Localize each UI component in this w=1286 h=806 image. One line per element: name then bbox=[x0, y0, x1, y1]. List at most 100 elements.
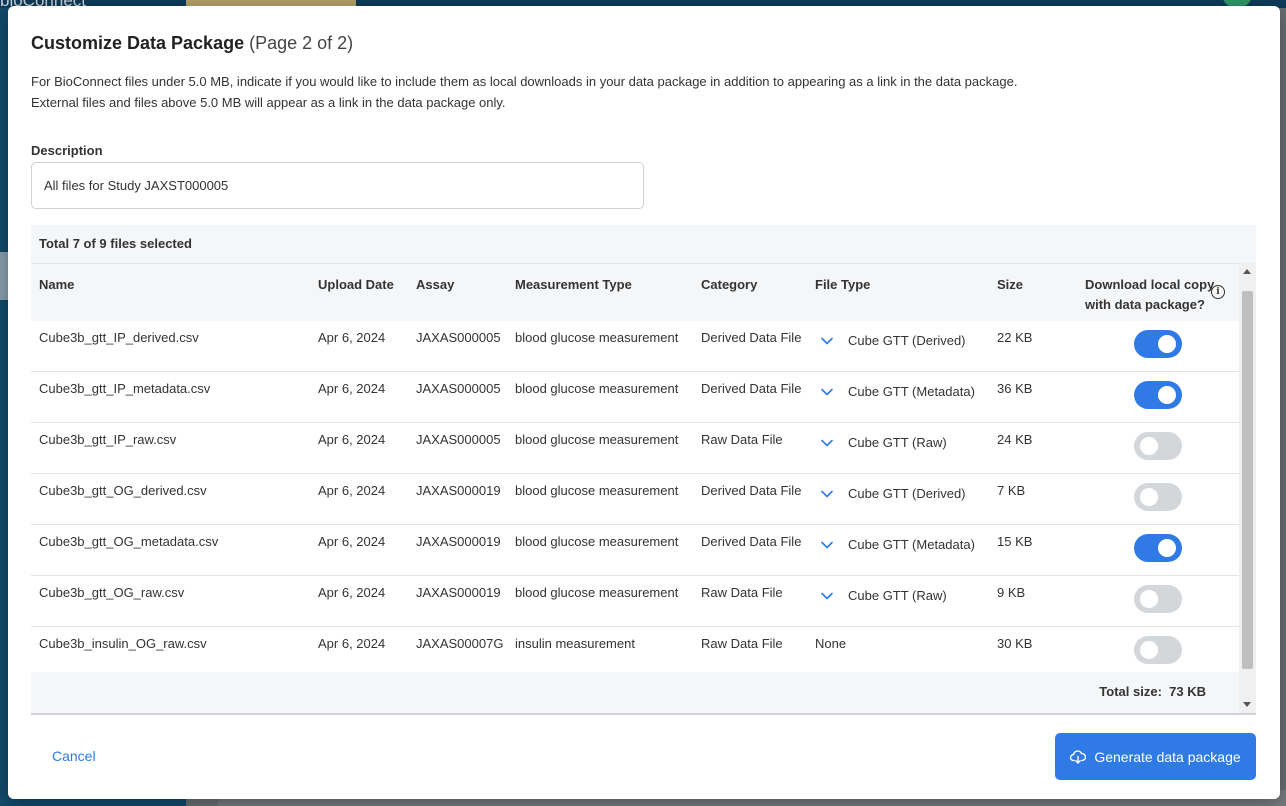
cell-size: 15 KB bbox=[997, 534, 1033, 549]
cell-name: Cube3b_gtt_OG_raw.csv bbox=[39, 585, 185, 600]
file-type-select[interactable]: Cube GTT (Derived) bbox=[848, 486, 966, 501]
cell-upload-date: Apr 6, 2024 bbox=[318, 381, 386, 396]
table-row: Cube3b_insulin_OG_raw.csv Apr 6, 2024 JAXA… bbox=[31, 627, 1239, 678]
table-row: Cube3b_gtt_IP_derived.csv Apr 6, 2024 JAXA… bbox=[31, 321, 1239, 372]
cell-file-type: None bbox=[815, 636, 847, 651]
description-label: Description bbox=[31, 143, 103, 158]
header-download-line-1: Download local copy bbox=[1085, 277, 1215, 292]
file-type-select[interactable]: Cube GTT (Metadata) bbox=[848, 537, 975, 552]
download-local-copy-toggle[interactable] bbox=[1134, 432, 1182, 460]
chevron-down-icon[interactable] bbox=[820, 487, 834, 501]
cell-name: Cube3b_insulin_OG_raw.csv bbox=[39, 636, 207, 651]
modal-title: Customize Data Package (Page 2 of 2) bbox=[31, 33, 353, 54]
cell-measurement-type: blood glucose measurement bbox=[515, 585, 679, 600]
cell-name: Cube3b_gtt_OG_metadata.csv bbox=[39, 534, 219, 549]
header-file-type: File Type bbox=[815, 277, 871, 292]
cell-name: Cube3b_gtt_IP_raw.csv bbox=[39, 432, 177, 447]
chevron-down-icon[interactable] bbox=[820, 589, 834, 603]
cell-upload-date: Apr 6, 2024 bbox=[318, 432, 386, 447]
cell-category: Raw Data File bbox=[701, 432, 783, 447]
cell-assay: JAXAS00007G bbox=[416, 636, 504, 651]
header-download-line-2: with data package? bbox=[1085, 297, 1205, 312]
toggle-knob bbox=[1140, 641, 1158, 659]
total-size-label: Total size: bbox=[1099, 684, 1162, 699]
cell-size: 22 KB bbox=[997, 330, 1033, 345]
intro-line-2: External files and files above 5.0 MB wi… bbox=[31, 95, 506, 110]
files-table: Total 7 of 9 files selected Name Upload … bbox=[31, 225, 1256, 715]
header-measurement-type: Measurement Type bbox=[515, 277, 632, 292]
cell-assay: JAXAS000019 bbox=[416, 585, 501, 600]
file-type-select[interactable]: Cube GTT (Metadata) bbox=[848, 384, 975, 399]
chevron-down-icon[interactable] bbox=[820, 334, 834, 348]
cell-assay: JAXAS000019 bbox=[416, 534, 501, 549]
header-name: Name bbox=[39, 277, 75, 292]
cell-upload-date: Apr 6, 2024 bbox=[318, 636, 386, 651]
header-size: Size bbox=[997, 277, 1024, 292]
cell-upload-date: Apr 6, 2024 bbox=[318, 585, 386, 600]
header-download: Download local copy with data package? bbox=[1085, 275, 1214, 315]
file-type-select[interactable]: Cube GTT (Raw) bbox=[848, 588, 947, 603]
cell-category: Derived Data File bbox=[701, 534, 802, 549]
cell-measurement-type: blood glucose measurement bbox=[515, 381, 679, 396]
cell-measurement-type: blood glucose measurement bbox=[515, 330, 679, 345]
cell-upload-date: Apr 6, 2024 bbox=[318, 483, 386, 498]
cell-upload-date: Apr 6, 2024 bbox=[318, 330, 386, 345]
cell-category: Raw Data File bbox=[701, 636, 783, 651]
file-type-select[interactable]: Cube GTT (Raw) bbox=[848, 435, 947, 450]
table-footer: Total size: 73 KB bbox=[31, 672, 1239, 713]
chevron-down-icon[interactable] bbox=[820, 385, 834, 399]
total-size: Total size: 73 KB bbox=[1099, 684, 1206, 699]
table-header: Name Upload Date Assay Measurement Type … bbox=[31, 263, 1239, 321]
table-row: Cube3b_gtt_OG_raw.csv Apr 6, 2024 JAXAS000… bbox=[31, 576, 1239, 627]
table-body: Cube3b_gtt_IP_derived.csv Apr 6, 2024 JAXA… bbox=[31, 321, 1239, 678]
intro-line-1: For BioConnect files under 5.0 MB, indic… bbox=[31, 74, 1018, 89]
download-local-copy-toggle[interactable] bbox=[1134, 534, 1182, 562]
scroll-thumb[interactable] bbox=[1242, 291, 1253, 669]
scroll-up-arrow-icon[interactable] bbox=[1243, 269, 1251, 274]
download-local-copy-toggle[interactable] bbox=[1134, 330, 1182, 358]
table-row: Cube3b_gtt_IP_metadata.csv Apr 6, 2024 JAX… bbox=[31, 372, 1239, 423]
cell-assay: JAXAS000005 bbox=[416, 432, 501, 447]
info-icon[interactable]: i bbox=[1211, 285, 1225, 299]
table-scrollbar[interactable] bbox=[1239, 263, 1256, 713]
toggle-knob bbox=[1158, 386, 1176, 404]
toggle-knob bbox=[1158, 335, 1176, 353]
generate-data-package-button[interactable]: Generate data package bbox=[1055, 733, 1256, 780]
toggle-knob bbox=[1158, 539, 1176, 557]
cell-measurement-type: insulin measurement bbox=[515, 636, 635, 651]
chevron-down-icon[interactable] bbox=[820, 538, 834, 552]
description-input[interactable] bbox=[31, 162, 644, 209]
download-local-copy-toggle[interactable] bbox=[1134, 636, 1182, 664]
download-local-copy-toggle[interactable] bbox=[1134, 585, 1182, 613]
download-local-copy-toggle[interactable] bbox=[1134, 483, 1182, 511]
cell-upload-date: Apr 6, 2024 bbox=[318, 534, 386, 549]
cell-size: 7 KB bbox=[997, 483, 1026, 498]
cancel-button[interactable]: Cancel bbox=[52, 748, 96, 764]
intro-text: For BioConnect files under 5.0 MB, indic… bbox=[31, 71, 1017, 113]
chevron-down-icon[interactable] bbox=[820, 436, 834, 450]
customize-data-package-modal: Customize Data Package (Page 2 of 2) For… bbox=[8, 6, 1280, 799]
cloud-download-icon bbox=[1070, 749, 1087, 764]
cell-category: Derived Data File bbox=[701, 381, 802, 396]
cell-size: 36 KB bbox=[997, 381, 1033, 396]
cell-measurement-type: blood glucose measurement bbox=[515, 534, 679, 549]
header-assay: Assay bbox=[416, 277, 455, 292]
header-category: Category bbox=[701, 277, 758, 292]
cell-category: Raw Data File bbox=[701, 585, 783, 600]
cell-name: Cube3b_gtt_OG_derived.csv bbox=[39, 483, 207, 498]
cell-measurement-type: blood glucose measurement bbox=[515, 483, 679, 498]
table-row: Cube3b_gtt_IP_raw.csv Apr 6, 2024 JAXAS000… bbox=[31, 423, 1239, 474]
cell-size: 24 KB bbox=[997, 432, 1033, 447]
toggle-knob bbox=[1140, 590, 1158, 608]
cell-size: 30 KB bbox=[997, 636, 1033, 651]
scroll-down-arrow-icon[interactable] bbox=[1243, 702, 1251, 707]
background-sidebar-active-item bbox=[0, 252, 8, 300]
cell-measurement-type: blood glucose measurement bbox=[515, 432, 679, 447]
modal-title-text: Customize Data Package bbox=[31, 33, 245, 53]
cell-name: Cube3b_gtt_IP_metadata.csv bbox=[39, 381, 211, 396]
cell-name: Cube3b_gtt_IP_derived.csv bbox=[39, 330, 199, 345]
file-type-select[interactable]: Cube GTT (Derived) bbox=[848, 333, 966, 348]
download-local-copy-toggle[interactable] bbox=[1134, 381, 1182, 409]
toggle-knob bbox=[1140, 488, 1158, 506]
table-row: Cube3b_gtt_OG_derived.csv Apr 6, 2024 JAXA… bbox=[31, 474, 1239, 525]
